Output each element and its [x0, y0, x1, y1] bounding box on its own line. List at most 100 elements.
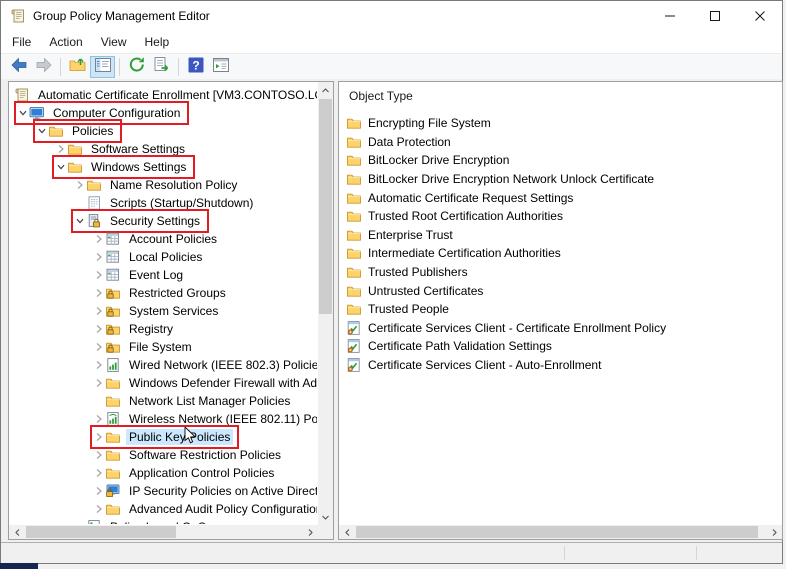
- list-item-label: Enterprise Trust: [368, 228, 453, 242]
- status-divider: [696, 546, 697, 560]
- mouse-cursor: [184, 427, 196, 445]
- minimize-button[interactable]: [647, 1, 692, 31]
- scrollbar-corner: [318, 525, 333, 539]
- scroll-left-icon[interactable]: [9, 525, 25, 539]
- console-tree: Automatic Certificate Enrollment [VM3.CO…: [10, 86, 317, 524]
- list-item-encrypting-file-system[interactable]: Encrypting File System: [340, 114, 780, 133]
- up-one-level-button[interactable]: [65, 56, 90, 78]
- tree-item-label: Policy-based QoS: [107, 519, 209, 524]
- folder-icon: [346, 283, 362, 299]
- gpme-window: Group Policy Management Editor FileActio…: [0, 0, 783, 564]
- up-one-level-icon: [68, 55, 88, 80]
- folder-icon: [346, 264, 362, 280]
- folder-icon: [346, 152, 362, 168]
- folder-icon: [346, 115, 362, 131]
- console-content: Automatic Certificate Enrollment [VM3.CO…: [1, 79, 782, 542]
- list-item-certificate-path-validation-settings[interactable]: Certificate Path Validation Settings: [340, 337, 780, 356]
- list-item-label: Trusted Root Certification Authorities: [368, 209, 563, 223]
- list-item-trusted-publishers[interactable]: Trusted Publishers: [340, 263, 780, 282]
- toolbar-separator: [60, 58, 61, 76]
- toolbar-separator: [178, 58, 179, 76]
- menu-bar: FileActionViewHelp: [1, 31, 782, 53]
- folder-icon: [346, 227, 362, 243]
- list-item-label: BitLocker Drive Encryption: [368, 153, 509, 167]
- tree-scrollbar-thumb[interactable]: [319, 99, 332, 314]
- back-button[interactable]: [6, 56, 31, 78]
- show-action-pane-icon: [211, 55, 231, 80]
- column-header-object-type[interactable]: Object Type: [349, 89, 413, 103]
- folder-icon: [346, 134, 362, 150]
- toolbar: ?: [1, 53, 782, 81]
- export-list-button[interactable]: [149, 56, 174, 78]
- list-item-certificate-services-client-certificate-enrollme[interactable]: Certificate Services Client - Certificat…: [340, 319, 780, 338]
- list-item-label: Encrypting File System: [368, 116, 491, 130]
- list-item-trusted-people[interactable]: Trusted People: [340, 300, 780, 319]
- chevron-expanded-icon[interactable]: [73, 212, 86, 230]
- list-item-label: Data Protection: [368, 135, 451, 149]
- results-hscrollbar-thumb[interactable]: [356, 526, 758, 538]
- folder-icon: [346, 171, 362, 187]
- close-button[interactable]: [737, 1, 782, 31]
- list-item-untrusted-certificates[interactable]: Untrusted Certificates: [340, 281, 780, 300]
- list-item-bitlocker-drive-encryption-network-unlock-certif[interactable]: BitLocker Drive Encryption Network Unloc…: [340, 170, 780, 189]
- list-item-label: BitLocker Drive Encryption Network Unloc…: [368, 172, 654, 186]
- folder-icon: [346, 245, 362, 261]
- chevron-placeholder: [73, 518, 86, 524]
- window-title: Group Policy Management Editor: [33, 9, 210, 23]
- menu-action[interactable]: Action: [40, 32, 91, 52]
- toolbar-separator: [119, 58, 120, 76]
- refresh-button[interactable]: [124, 56, 149, 78]
- taskbar-fragment: [0, 563, 38, 569]
- console-tree-pane: Automatic Certificate Enrollment [VM3.CO…: [8, 81, 334, 540]
- results-horizontal-scrollbar[interactable]: [339, 525, 782, 539]
- list-item-label: Certificate Services Client - Certificat…: [368, 321, 666, 335]
- list-item-trusted-root-certification-authorities[interactable]: Trusted Root Certification Authorities: [340, 207, 780, 226]
- menu-help[interactable]: Help: [136, 32, 179, 52]
- list-item-label: Certificate Services Client - Auto-Enrol…: [368, 358, 601, 372]
- tree-hscrollbar-thumb[interactable]: [26, 526, 176, 538]
- maximize-button[interactable]: [692, 1, 737, 31]
- list-item-intermediate-certification-authorities[interactable]: Intermediate Certification Authorities: [340, 244, 780, 263]
- scroll-down-icon[interactable]: [318, 509, 333, 525]
- show-console-tree-button[interactable]: [90, 56, 115, 78]
- list-item-label: Trusted People: [368, 302, 449, 316]
- menu-view[interactable]: View: [92, 32, 136, 52]
- list-item-label: Certificate Path Validation Settings: [368, 339, 552, 353]
- list-item-label: Intermediate Certification Authorities: [368, 246, 561, 260]
- list-item-certificate-services-client-auto-enrollment[interactable]: Certificate Services Client - Auto-Enrol…: [340, 356, 780, 375]
- scroll-left-icon[interactable]: [339, 525, 355, 539]
- chevron-expanded-icon[interactable]: [54, 158, 67, 176]
- list-item-label: Untrusted Certificates: [368, 284, 483, 298]
- title-bar: Group Policy Management Editor: [1, 1, 782, 31]
- scroll-right-icon[interactable]: [766, 525, 782, 539]
- folder-icon: [346, 301, 362, 317]
- status-divider: [564, 546, 565, 560]
- list-item-data-protection[interactable]: Data Protection: [340, 133, 780, 152]
- cert-settings-icon: [346, 357, 362, 373]
- folder-icon: [346, 190, 362, 206]
- cert-settings-icon: [346, 338, 362, 354]
- chevron-expanded-icon[interactable]: [35, 122, 48, 140]
- cert-settings-icon: [346, 320, 362, 336]
- show-action-pane-button[interactable]: [208, 56, 233, 78]
- chevron-expanded-icon[interactable]: [16, 104, 29, 122]
- refresh-icon: [127, 55, 147, 80]
- scroll-up-icon[interactable]: [318, 82, 333, 98]
- back-icon: [9, 55, 29, 80]
- results-pane: Object Type Encrypting File System Data P…: [338, 81, 783, 540]
- forward-button[interactable]: [31, 56, 56, 78]
- list-item-label: Automatic Certificate Request Settings: [368, 191, 573, 205]
- menu-file[interactable]: File: [3, 32, 40, 52]
- svg-text:?: ?: [192, 58, 199, 72]
- help-button[interactable]: ?: [183, 56, 208, 78]
- show-console-tree-icon: [93, 55, 113, 80]
- tree-vertical-scrollbar[interactable]: [318, 82, 333, 525]
- list-item-bitlocker-drive-encryption[interactable]: BitLocker Drive Encryption: [340, 151, 780, 170]
- tree-horizontal-scrollbar[interactable]: [9, 525, 318, 539]
- scroll-right-icon[interactable]: [302, 525, 318, 539]
- gpme-scroll-icon: [10, 8, 26, 24]
- list-item-automatic-certificate-request-settings[interactable]: Automatic Certificate Request Settings: [340, 188, 780, 207]
- list-item-enterprise-trust[interactable]: Enterprise Trust: [340, 226, 780, 245]
- list-item-label: Trusted Publishers: [368, 265, 468, 279]
- help-icon: ?: [186, 55, 206, 80]
